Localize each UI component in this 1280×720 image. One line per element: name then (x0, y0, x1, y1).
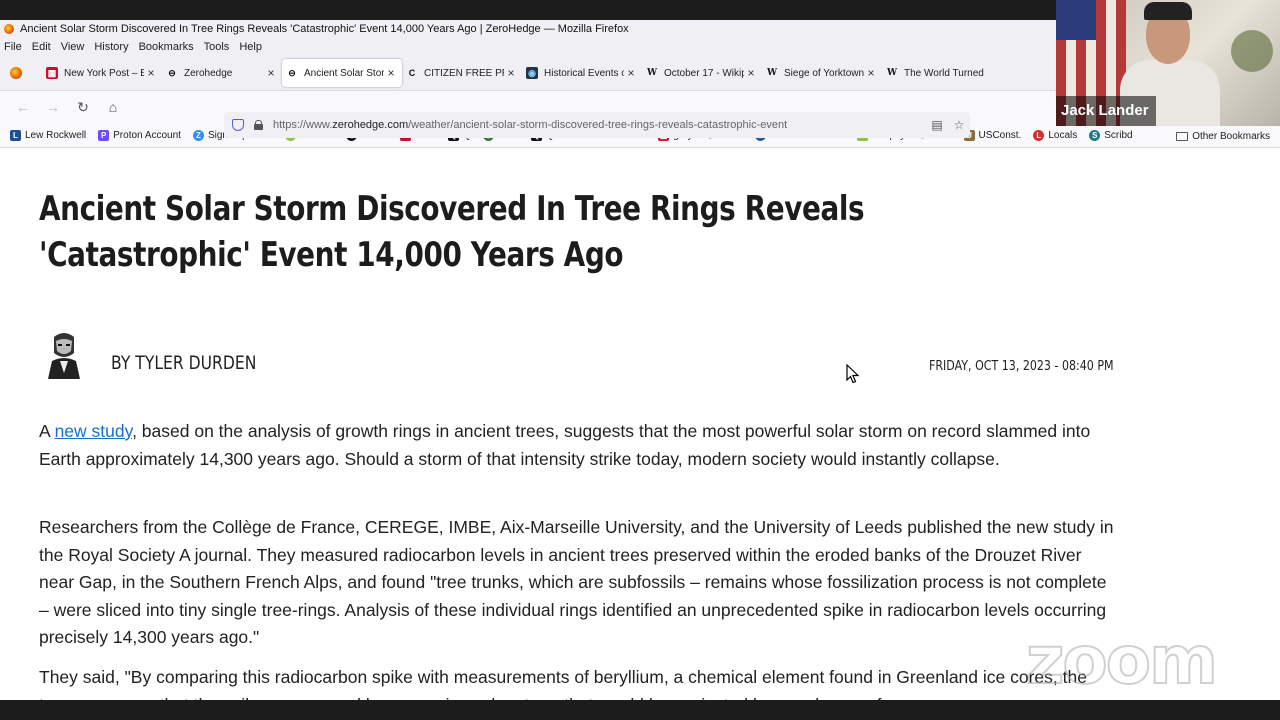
locals-icon: L (1033, 129, 1045, 141)
publish-date: FRIDAY, OCT 13, 2023 - 08:40 PM (929, 359, 1114, 374)
bookmark-usconst[interactable]: UUSConst. (963, 129, 1022, 141)
zerohedge-icon: ⊖ (288, 68, 296, 78)
bookmark-label: USConst. (978, 129, 1022, 141)
paragraph-text: A (39, 421, 55, 441)
tab-label: The World Turned (904, 67, 984, 79)
firefox-icon (4, 24, 14, 34)
article-paragraph-1: A new study, based on the analysis of gr… (39, 418, 1119, 473)
scribd-icon: S (1089, 129, 1101, 141)
tab-label: Historical Events o (544, 67, 624, 79)
menu-file[interactable]: File (4, 41, 22, 53)
bookmark-lew-rockwell[interactable]: L Lew Rockwell (10, 129, 87, 141)
wikipedia-icon: W (886, 68, 898, 78)
lrc-icon: L (10, 129, 21, 141)
mouse-cursor-icon (846, 364, 860, 384)
zoom-icon: Z (192, 129, 204, 141)
close-tab-icon[interactable]: × (624, 66, 638, 80)
new-study-link[interactable]: new study (55, 421, 133, 441)
tracking-protection-shield-icon[interactable] (232, 119, 244, 131)
tab-citizen-free-press[interactable]: C CITIZEN FREE PRES × (402, 59, 522, 87)
tab-october-17[interactable]: W October 17 - Wikip × (642, 59, 762, 87)
menu-view[interactable]: View (61, 41, 85, 53)
proton-icon: P (98, 129, 110, 141)
reader-view-icon[interactable]: ▤ (926, 118, 948, 132)
bookmark-label: Locals (1048, 129, 1078, 141)
window-title: Ancient Solar Storm Discovered In Tree R… (20, 23, 629, 35)
nypost-icon: ▦ (46, 67, 58, 79)
firefox-icon (10, 67, 22, 79)
tab-zerohedge[interactable]: ⊖ Zerohedge × (162, 59, 282, 87)
participant-name: Jack Lander (1056, 96, 1156, 126)
tab-world-turned[interactable]: W The World Turned (882, 59, 1002, 87)
home-icon[interactable]: ⌂ (98, 94, 128, 120)
wikipedia-icon: W (646, 68, 658, 78)
wikipedia-icon: W (766, 68, 778, 78)
article-page: Ancient Solar Storm Discovered In Tree R… (0, 162, 1280, 700)
lock-icon[interactable] (254, 120, 263, 130)
zerohedge-icon: ⊖ (168, 68, 176, 78)
close-tab-icon[interactable]: × (864, 66, 878, 80)
other-bookmarks[interactable]: Other Bookmarks (1176, 131, 1270, 142)
tab-label: Siege of Yorktown (784, 67, 864, 79)
firefox-view-button[interactable] (4, 61, 28, 85)
close-tab-icon[interactable]: × (144, 66, 158, 80)
article-paragraph-3: They said, "By comparing this radiocarbo… (39, 667, 1087, 700)
menu-bookmarks[interactable]: Bookmarks (139, 41, 194, 53)
tab-historical-events[interactable]: ◉ Historical Events o × (522, 59, 642, 87)
menu-help[interactable]: Help (239, 41, 262, 53)
tab-siege-of-yorktown[interactable]: W Siege of Yorktown × (762, 59, 882, 87)
forward-arrow-icon[interactable]: → (38, 94, 68, 120)
tab-label: New York Post – Br (64, 67, 144, 79)
bookmark-locals[interactable]: L Locals (1033, 129, 1078, 141)
author-avatar (40, 327, 88, 379)
menu-edit[interactable]: Edit (32, 41, 51, 53)
author-byline: BY TYLER DURDEN (111, 352, 257, 374)
menu-history[interactable]: History (94, 41, 128, 53)
bookmark-scribd[interactable]: S Scribd (1089, 129, 1133, 141)
tab-label: Zerohedge (184, 67, 233, 79)
bookmark-star-icon[interactable]: ☆ (948, 118, 970, 132)
other-bookmarks-label: Other Bookmarks (1192, 131, 1270, 142)
folder-icon (1176, 132, 1189, 141)
back-arrow-icon[interactable]: ← (8, 94, 38, 120)
zoom-watermark: zoom (1025, 621, 1219, 700)
bookmark-proton[interactable]: P Proton Account (98, 129, 181, 141)
citizen-icon: C (408, 68, 416, 78)
close-tab-icon[interactable]: × (504, 66, 518, 80)
history-icon: ◉ (526, 67, 538, 79)
address-bar[interactable]: https://www.zerohedge.com/weather/ancien… (224, 112, 970, 138)
zoom-webcam-overlay: Jack Lander (1056, 0, 1280, 126)
article-title: Ancient Solar Storm Discovered In Tree R… (39, 189, 865, 275)
close-tab-icon[interactable]: × (384, 66, 398, 80)
wall-emblem (1231, 30, 1273, 72)
menu-tools[interactable]: Tools (204, 41, 230, 53)
paragraph-text: , based on the analysis of growth rings … (39, 421, 1091, 469)
close-tab-icon[interactable]: × (264, 66, 278, 80)
bookmark-label: Scribd (1104, 129, 1133, 141)
bookmark-label: Lew Rockwell (25, 129, 87, 141)
tab-nypost[interactable]: ▦ New York Post – Br × (42, 59, 162, 87)
tab-label: October 17 - Wikip (664, 67, 744, 79)
tab-ancient-solar-storm[interactable]: ⊖ Ancient Solar Storm × (282, 59, 402, 87)
tab-label: Ancient Solar Storm (304, 67, 384, 79)
tab-label: CITIZEN FREE PRES (424, 67, 504, 79)
article-paragraph-2: Researchers from the Collège de France, … (39, 517, 1114, 647)
close-tab-icon[interactable]: × (744, 66, 758, 80)
url-text: https://www.zerohedge.com/weather/ancien… (273, 119, 788, 131)
reload-icon[interactable]: ↻ (68, 94, 98, 120)
bookmark-label: Proton Account (113, 129, 181, 141)
speaker-cap (1144, 2, 1192, 20)
bottom-letterbox (0, 700, 1280, 720)
